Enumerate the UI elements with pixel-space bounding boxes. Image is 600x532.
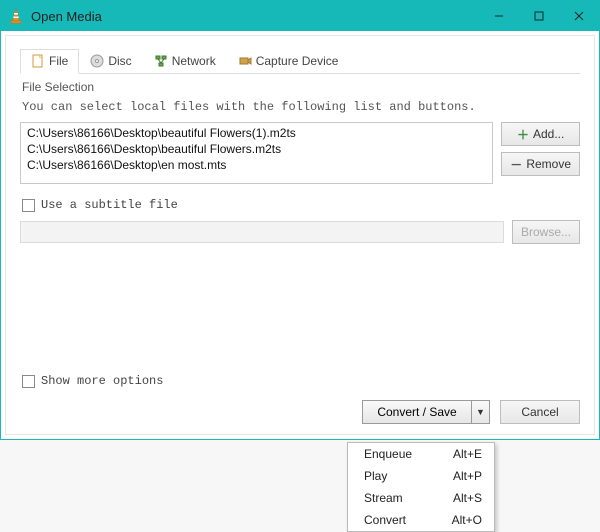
tabs: File Disc Network Capture Device [20,48,580,74]
cancel-button[interactable]: Cancel [500,400,580,424]
subtitle-checkbox[interactable] [22,199,35,212]
dialog-footer: Convert / Save ▼ Cancel [20,400,580,424]
tab-capture-device[interactable]: Capture Device [227,49,350,74]
dropdown-shortcut: Alt+P [453,469,482,483]
file-selection-help: You can select local files with the foll… [22,100,580,114]
subtitle-checkbox-label: Use a subtitle file [41,198,178,212]
tab-disc-label: Disc [108,54,131,68]
network-icon [154,54,168,68]
dropdown-item-play[interactable]: Play Alt+P [348,465,494,487]
list-item[interactable]: C:\Users\86166\Desktop\en most.mts [21,157,492,173]
dropdown-item-enqueue[interactable]: Enqueue Alt+E [348,443,494,465]
list-item[interactable]: C:\Users\86166\Desktop\beautiful Flowers… [21,141,492,157]
tab-disc[interactable]: Disc [79,49,142,74]
convert-save-split-button: Convert / Save ▼ [362,400,490,424]
minus-icon: － [510,156,522,173]
browse-button: Browse... [512,220,580,244]
remove-label: Remove [526,157,571,171]
spacer [20,250,580,370]
add-button[interactable]: ＋ Add... [501,122,580,146]
tab-network-label: Network [172,54,216,68]
vlc-cone-icon [1,8,31,24]
cancel-label: Cancel [521,405,558,419]
convert-save-dropdown: Enqueue Alt+E Play Alt+P Stream Alt+S Co… [347,442,495,532]
show-more-options-label: Show more options [41,374,163,388]
subtitle-path-input [20,221,504,243]
convert-save-button[interactable]: Convert / Save [362,400,472,424]
file-list[interactable]: C:\Users\86166\Desktop\beautiful Flowers… [20,122,493,184]
dropdown-label: Stream [364,491,403,505]
minimize-button[interactable] [479,1,519,31]
window-title: Open Media [31,9,479,24]
remove-button[interactable]: － Remove [501,152,580,176]
disc-icon [90,54,104,68]
dropdown-shortcut: Alt+E [453,447,482,461]
dropdown-shortcut: Alt+S [453,491,482,505]
close-button[interactable] [559,1,599,31]
dropdown-item-stream[interactable]: Stream Alt+S [348,487,494,509]
file-icon [31,54,45,68]
capture-device-icon [238,54,252,68]
tab-capture-label: Capture Device [256,54,339,68]
file-selection-heading: File Selection [22,80,580,94]
browse-label: Browse... [521,225,571,239]
add-label: Add... [533,127,564,141]
dialog-content: File Disc Network Capture Device [5,35,595,435]
maximize-button[interactable] [519,1,559,31]
plus-icon: ＋ [517,126,529,143]
tab-file[interactable]: File [20,49,79,74]
tab-file-label: File [49,54,68,68]
titlebar: Open Media [1,1,599,31]
convert-save-dropdown-toggle[interactable]: ▼ [472,400,490,424]
dropdown-label: Enqueue [364,447,412,461]
dropdown-item-convert[interactable]: Convert Alt+O [348,509,494,531]
open-media-window: Open Media File Disc [0,0,600,440]
show-more-options-checkbox[interactable] [22,375,35,388]
dropdown-label: Play [364,469,387,483]
caret-down-icon: ▼ [476,407,485,417]
list-item[interactable]: C:\Users\86166\Desktop\beautiful Flowers… [21,125,492,141]
convert-save-label: Convert / Save [377,405,456,419]
tab-network[interactable]: Network [143,49,227,74]
